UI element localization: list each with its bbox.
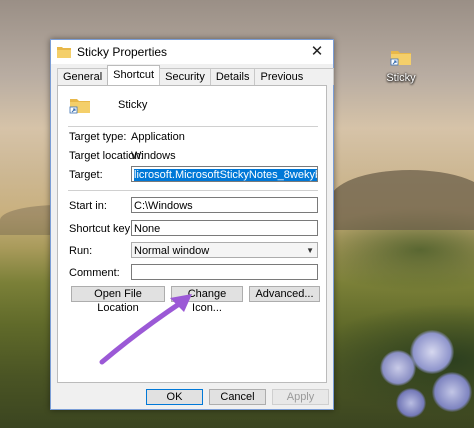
annotation-arrow-icon — [99, 294, 192, 365]
